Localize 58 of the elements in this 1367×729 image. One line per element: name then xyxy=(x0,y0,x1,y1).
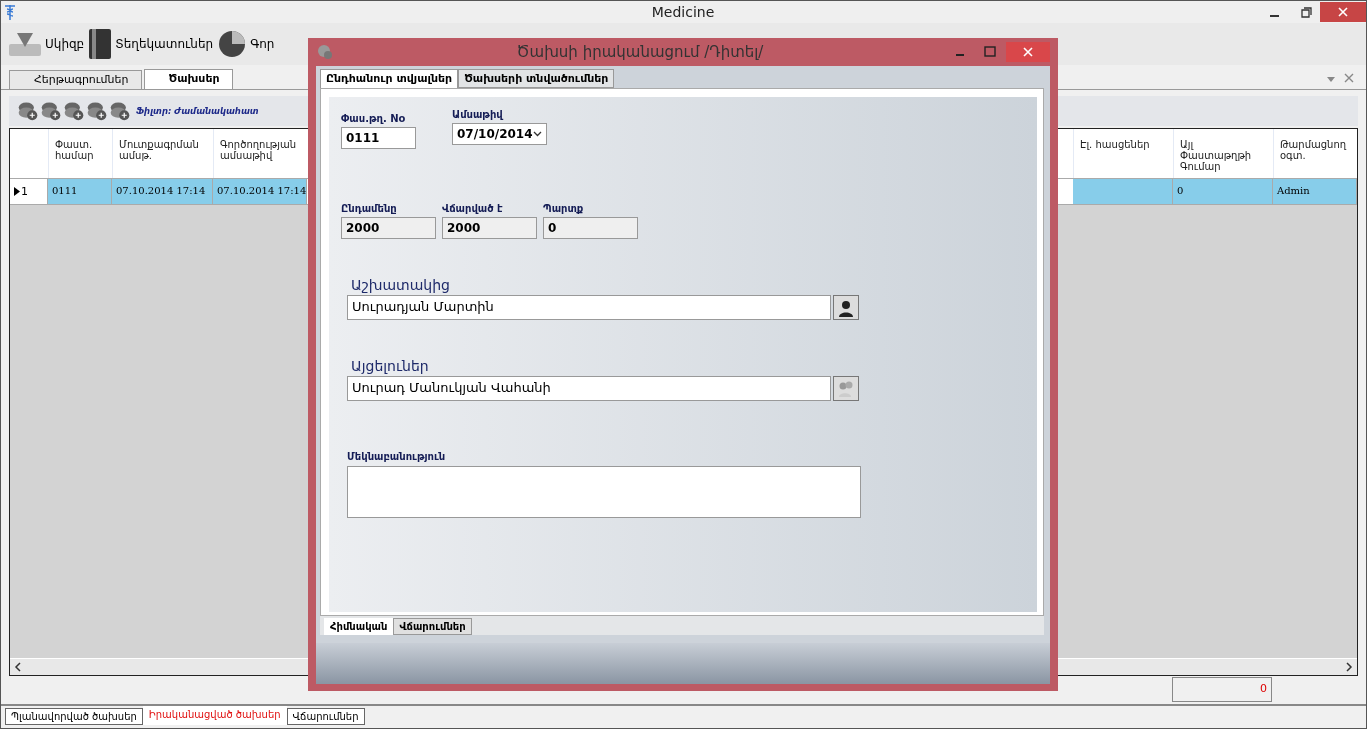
pie-chart-icon xyxy=(217,29,248,59)
field-label: Պարտք xyxy=(543,203,585,214)
person-picker-button[interactable] xyxy=(833,295,859,320)
caduceus-icon xyxy=(4,4,16,20)
window-title: Medicine xyxy=(650,4,716,20)
field-label: Ընդամենը xyxy=(341,203,398,214)
close-icon[interactable] xyxy=(1344,73,1354,83)
toolbar-button[interactable]: Տեղեկատուներ xyxy=(87,27,215,61)
dropdown-icon[interactable] xyxy=(1326,75,1336,83)
tab[interactable]: Ծախսեր xyxy=(143,69,233,89)
field-label: Փաս.թղ. No xyxy=(341,113,407,124)
database-icon[interactable] xyxy=(86,100,108,122)
table-cell: 07.10.2014 17:14 xyxy=(112,179,213,204)
tab[interactable]: Ծախսերի տնվածումներ xyxy=(458,69,615,88)
input-field[interactable]: Սուրադ Մանուկյան Վահանի xyxy=(347,376,831,401)
field-label: Մեկնաբանություն xyxy=(347,451,447,462)
download-tray-icon xyxy=(8,30,42,58)
tab[interactable]: Վճարումներ xyxy=(393,618,472,635)
text-area[interactable] xyxy=(347,466,861,518)
field-label: Աշխատակից xyxy=(350,277,451,293)
toolbar-button[interactable]: Սկիզբ xyxy=(7,29,86,59)
close-icon[interactable] xyxy=(1320,2,1366,22)
tab[interactable]: Իրականացված ծախսեր xyxy=(142,706,287,725)
input-field: 2000 xyxy=(341,217,436,239)
book-icon xyxy=(88,28,113,60)
input-field[interactable]: Սուրադյան Մարտին xyxy=(347,295,831,320)
filter-label: Ֆիլտր: Ժամանակահատ xyxy=(136,106,259,116)
tab[interactable]: Վճարումներ xyxy=(286,708,365,725)
tab[interactable]: Պլանավորված ծախսեր xyxy=(5,708,143,725)
field-label: Այցելուներ xyxy=(350,358,430,374)
input-field: 2000 xyxy=(442,217,537,239)
tab[interactable]: Ընդհանուր տվյալներ xyxy=(320,69,459,88)
scroll-right-icon[interactable] xyxy=(1344,662,1354,672)
people-icon xyxy=(837,379,855,398)
row-pointer-icon xyxy=(14,187,20,196)
total-cell: 0 xyxy=(1172,677,1272,702)
input-field[interactable]: 0111 xyxy=(341,127,416,149)
dialog-title: Ծախսի իրականացում /Դիտել/ xyxy=(515,43,765,61)
toolbar-button[interactable]: Գոր xyxy=(216,28,276,60)
chevron-icon xyxy=(533,131,542,137)
table-cell: 07.10.2014 17:14 xyxy=(213,179,307,204)
tab[interactable]: Հերթագրումներ xyxy=(9,70,142,89)
database-icon[interactable] xyxy=(109,100,131,122)
tab[interactable]: Հիմնական xyxy=(324,618,394,635)
database-icon[interactable] xyxy=(63,100,85,122)
field-label: Ամսաթիվ xyxy=(452,109,505,120)
row-number: 1 xyxy=(21,185,28,198)
table-cell: 0 xyxy=(1173,179,1273,204)
date-picker[interactable]: 07/10/2014 xyxy=(452,123,547,145)
database-icon[interactable] xyxy=(40,100,62,122)
people-picker-button[interactable] xyxy=(833,376,859,401)
database-icon[interactable] xyxy=(17,100,39,122)
input-field: 0 xyxy=(543,217,638,239)
scroll-left-icon[interactable] xyxy=(13,662,23,672)
table-cell: 0111 xyxy=(48,179,112,204)
person-icon xyxy=(837,298,855,317)
field-label: Վճարված է xyxy=(442,203,504,214)
table-cell: Admin xyxy=(1273,179,1357,204)
